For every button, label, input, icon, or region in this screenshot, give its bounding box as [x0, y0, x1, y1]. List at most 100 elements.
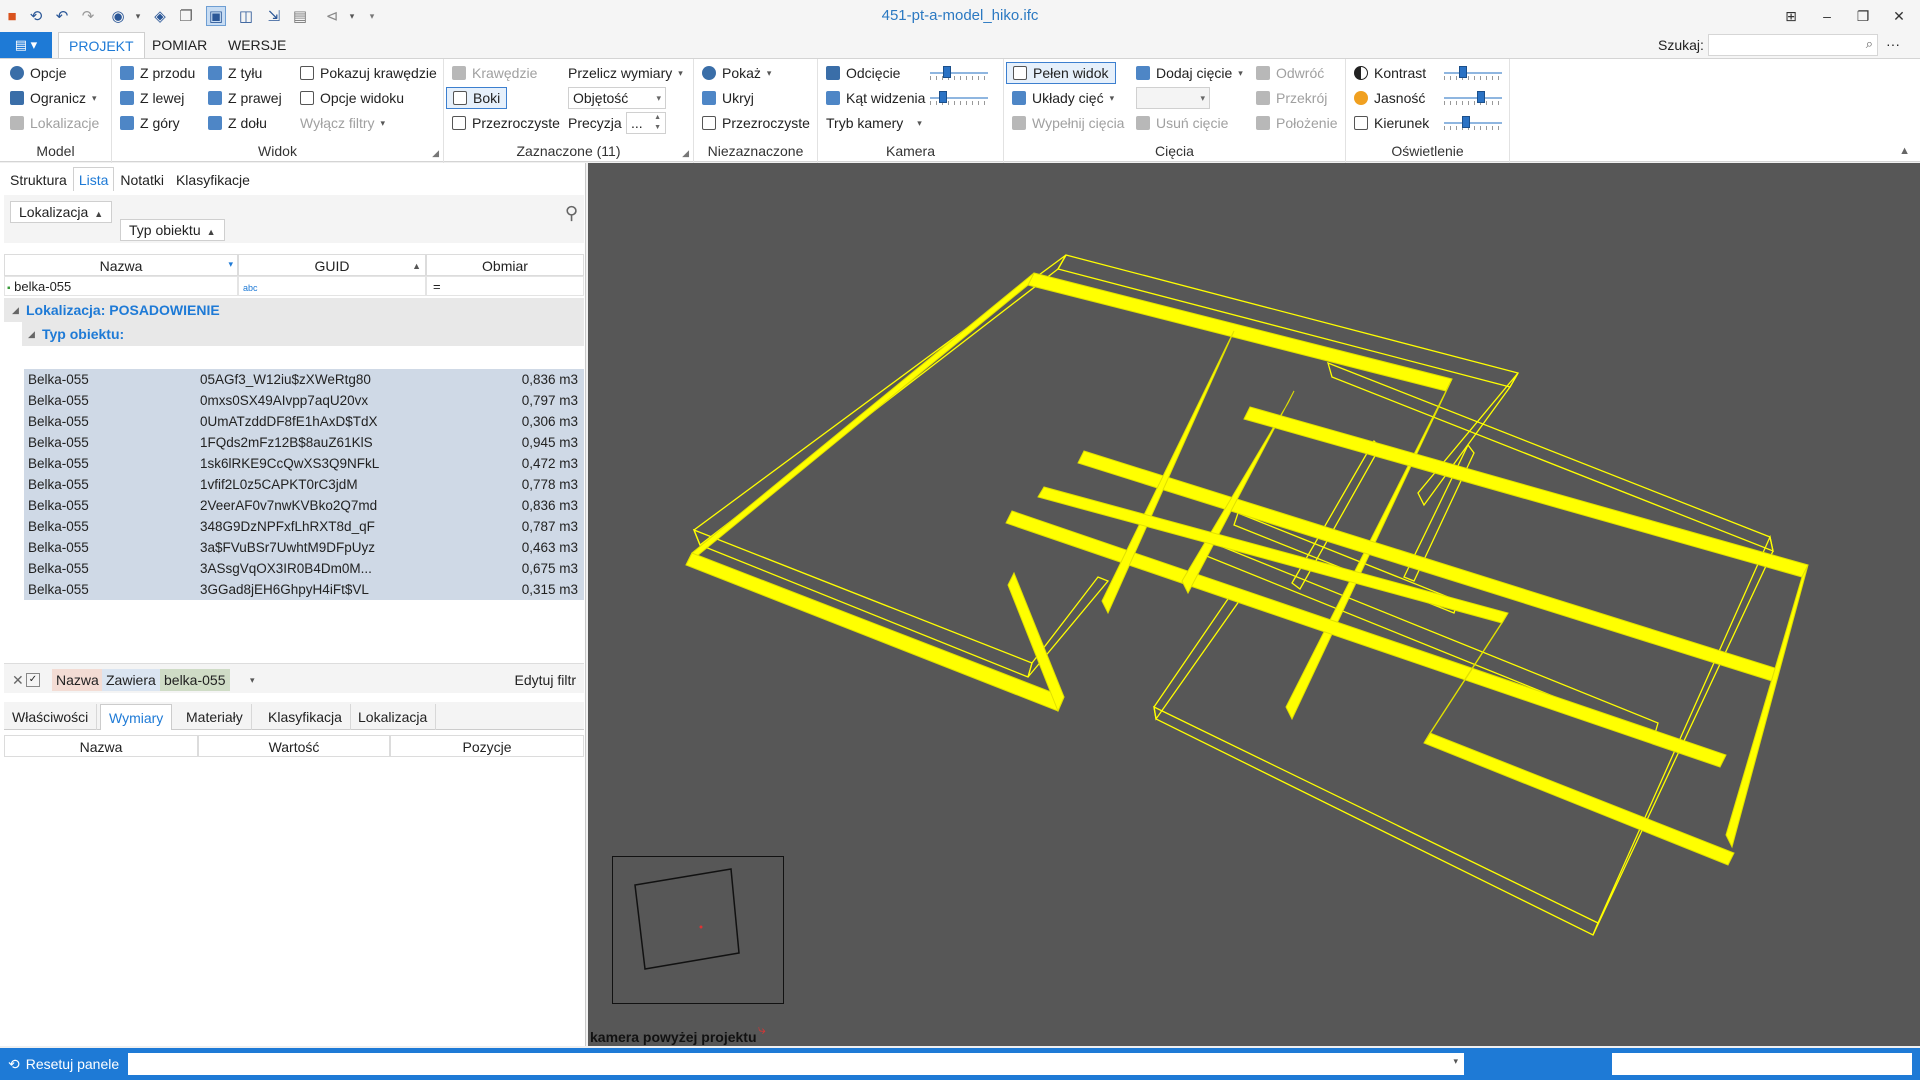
reset-panels-button[interactable]: ⟲ Resetuj panele [8, 1054, 119, 1074]
table-row[interactable]: Belka-055 3a$FVuBSr7UwhtM9DFpUyz 0,463 m3 [24, 537, 584, 558]
tab-projekt[interactable]: PROJEKT [58, 32, 145, 58]
tab-klasyfikacje[interactable]: Klasyfikacje [170, 167, 256, 191]
slider-thumb[interactable] [1459, 66, 1467, 78]
slider-thumb[interactable] [939, 91, 947, 103]
opcje-widoku-button[interactable]: Opcje widoku [300, 87, 404, 109]
status-dropdown[interactable]: ▾ [128, 1053, 1464, 1075]
minimap[interactable] [612, 856, 784, 1004]
search-icon[interactable]: ⌕ [1866, 36, 1873, 52]
dodaj-ciecie-button[interactable]: Dodaj cięcie ▾ [1136, 62, 1243, 84]
tab-struktura[interactable]: Struktura [4, 167, 73, 191]
filter-value-chip[interactable]: belka-055 [160, 669, 230, 691]
z-dolu-button[interactable]: Z dołu [208, 112, 267, 134]
kat-widzenia-slider[interactable] [930, 91, 988, 105]
expand-group-icon[interactable]: ◢ [682, 148, 689, 159]
more-icon[interactable]: ··· [1886, 36, 1900, 52]
kontrast-slider[interactable] [1444, 66, 1502, 80]
sort-asc-icon[interactable]: ▲ [412, 255, 421, 277]
column-nazwa[interactable]: Nazwa [4, 735, 198, 757]
table-row[interactable]: Belka-055 1FQds2mFz12B$8auZ61KlS 0,945 m3 [24, 432, 584, 453]
group-chip-typ-obiektu[interactable]: Typ obiektu ▲ [120, 219, 225, 241]
table-row[interactable]: Belka-055 0UmATzddDF8fE1hAxD$TdX 0,306 m3 [24, 411, 584, 432]
selected-beams[interactable] [685, 272, 1809, 866]
column-pozycje[interactable]: Pozycje [390, 735, 584, 757]
z-gory-button[interactable]: Z góry [120, 112, 180, 134]
table-row[interactable]: Belka-055 05AGf3_W12iu$zXWeRtg80 0,836 m3 [24, 369, 584, 390]
maximize-button[interactable]: ❐ [1846, 4, 1880, 28]
table-row[interactable]: Belka-055 0mxs0SX49AIvpp7aqU20vx 0,797 m3 [24, 390, 584, 411]
pokaz-button[interactable]: Pokaż ▾ [702, 62, 771, 84]
expand-group-icon[interactable]: ◢ [432, 148, 439, 159]
slider-thumb[interactable] [1477, 91, 1485, 103]
chevron-down-icon[interactable]: ▾ [1453, 1056, 1458, 1067]
tab-wymiary[interactable]: Wymiary [100, 704, 173, 730]
precyzja-spinner[interactable]: ... ▲ ▼ [626, 112, 666, 134]
ukryj-button[interactable]: Ukryj [702, 87, 754, 109]
tab-wlasciwosci[interactable]: Właściwości [4, 704, 98, 730]
collapse-icon[interactable]: ◢ [28, 322, 35, 346]
column-wartosc[interactable]: Wartość [198, 735, 390, 757]
tryb-kamery-button[interactable]: Tryb kamery ▾ [826, 112, 922, 134]
filter-operator-chip[interactable]: Zawiera [102, 669, 160, 691]
polozenie-button[interactable]: Położenie [1256, 112, 1338, 134]
jasnosc-slider[interactable] [1444, 91, 1502, 105]
boki-button[interactable]: Boki [446, 87, 508, 109]
file-menu-button[interactable]: ▤ ▾ [0, 32, 52, 58]
table-row[interactable]: Belka-055 348G9DzNPFxfLhRXT8d_qF 0,787 m3 [24, 516, 584, 537]
objetosc-select[interactable]: Objętość ▾ [568, 87, 666, 109]
ogranicz-button[interactable]: Ogranicz ▾ [10, 87, 97, 109]
usun-ciecie-button[interactable]: Usuń cięcie [1136, 112, 1228, 134]
filter-cell-obmiar[interactable]: = [426, 276, 584, 296]
slider-thumb[interactable] [1462, 116, 1470, 128]
chevron-down-icon[interactable]: ▾ [246, 669, 259, 691]
uklady-ciec-button[interactable]: Układy cięć ▾ [1012, 87, 1114, 109]
z-prawej-button[interactable]: Z prawej [208, 87, 282, 109]
opcje-button[interactable]: Opcje [10, 62, 67, 84]
filter-field[interactable]: Nazwa [52, 669, 103, 691]
group-row-typ-obiektu[interactable]: ◢ Typ obiektu: [22, 322, 584, 346]
przezroczyste-sel-button[interactable]: Przezroczyste [452, 112, 560, 134]
tab-klasyfikacja[interactable]: Klasyfikacja [260, 704, 351, 730]
pelen-widok-button[interactable]: Pełen widok [1006, 62, 1116, 84]
odciecie-button[interactable]: Odcięcie [826, 62, 900, 84]
edit-filter-button[interactable]: Edytuj filtr [511, 669, 580, 691]
pokazuj-krawedzie-button[interactable]: Pokazuj krawędzie [300, 62, 437, 84]
checkbox[interactable]: ✓ [26, 673, 40, 687]
group-row-lokalizacja[interactable]: ◢ Lokalizacja: POSADOWIENIE [4, 298, 584, 322]
z-tylu-button[interactable]: Z tyłu [208, 62, 262, 84]
przelicz-wymiary-button[interactable]: Przelicz wymiary ▾ [568, 62, 683, 84]
restore-ribbon-icon[interactable]: ⊞ [1774, 4, 1808, 28]
table-row[interactable]: Belka-055 3ASsgVqOX3IR0B4Dm0M... 0,675 m3 [24, 558, 584, 579]
group-chip-lokalizacja[interactable]: Lokalizacja ▲ [10, 201, 113, 223]
spin-icon[interactable]: ▲ ▼ [654, 113, 661, 133]
sort-asc-icon[interactable]: ▲ [94, 209, 103, 219]
collapse-ribbon-icon[interactable]: ▲ [1899, 145, 1910, 157]
tab-materialy[interactable]: Materiały [178, 704, 252, 730]
wylacz-filtry-button[interactable]: Wyłącz filtry ▾ [300, 112, 385, 134]
slider-thumb[interactable] [943, 66, 951, 78]
z-przodu-button[interactable]: Z przodu [120, 62, 195, 84]
3d-viewport[interactable]: kamera powyżej projektu ⤷ [588, 163, 1920, 1046]
krawedzie-button[interactable]: Krawędzie [452, 62, 537, 84]
filter-cell-guid[interactable]: abc [238, 276, 426, 296]
lokalizacje-button[interactable]: Lokalizacje [10, 112, 99, 134]
filter-cell-nazwa[interactable]: ▪ belka-055 [4, 276, 238, 296]
filter-icon[interactable]: ▾ [228, 253, 233, 275]
table-row[interactable]: Belka-055 3GGad8jEH6GhpyH4iFt$VL 0,315 m3 [24, 579, 584, 600]
minimize-button[interactable]: – [1810, 4, 1844, 28]
z-lewej-button[interactable]: Z lewej [120, 87, 184, 109]
jasnosc-button[interactable]: Jasność [1354, 87, 1425, 109]
search-icon[interactable]: ⚲ [565, 203, 578, 224]
kierunek-button[interactable]: Kierunek [1354, 112, 1429, 134]
column-obmiar[interactable]: Obmiar [426, 254, 584, 276]
table-row[interactable]: Belka-055 1vfif2L0z5CAPKT0rC3jdM 0,778 m3 [24, 474, 584, 495]
tab-pomiar[interactable]: POMIAR [142, 32, 217, 58]
tab-notatki[interactable]: Notatki [114, 167, 170, 191]
collapse-icon[interactable]: ◢ [12, 298, 19, 322]
tab-wersje[interactable]: WERSJE [218, 32, 296, 58]
sort-asc-icon[interactable]: ▲ [207, 227, 216, 237]
kontrast-button[interactable]: Kontrast [1354, 62, 1426, 84]
column-guid[interactable]: GUID ▲ [238, 254, 426, 276]
close-button[interactable]: ✕ [1882, 4, 1916, 28]
odwroc-button[interactable]: Odwróć [1256, 62, 1324, 84]
